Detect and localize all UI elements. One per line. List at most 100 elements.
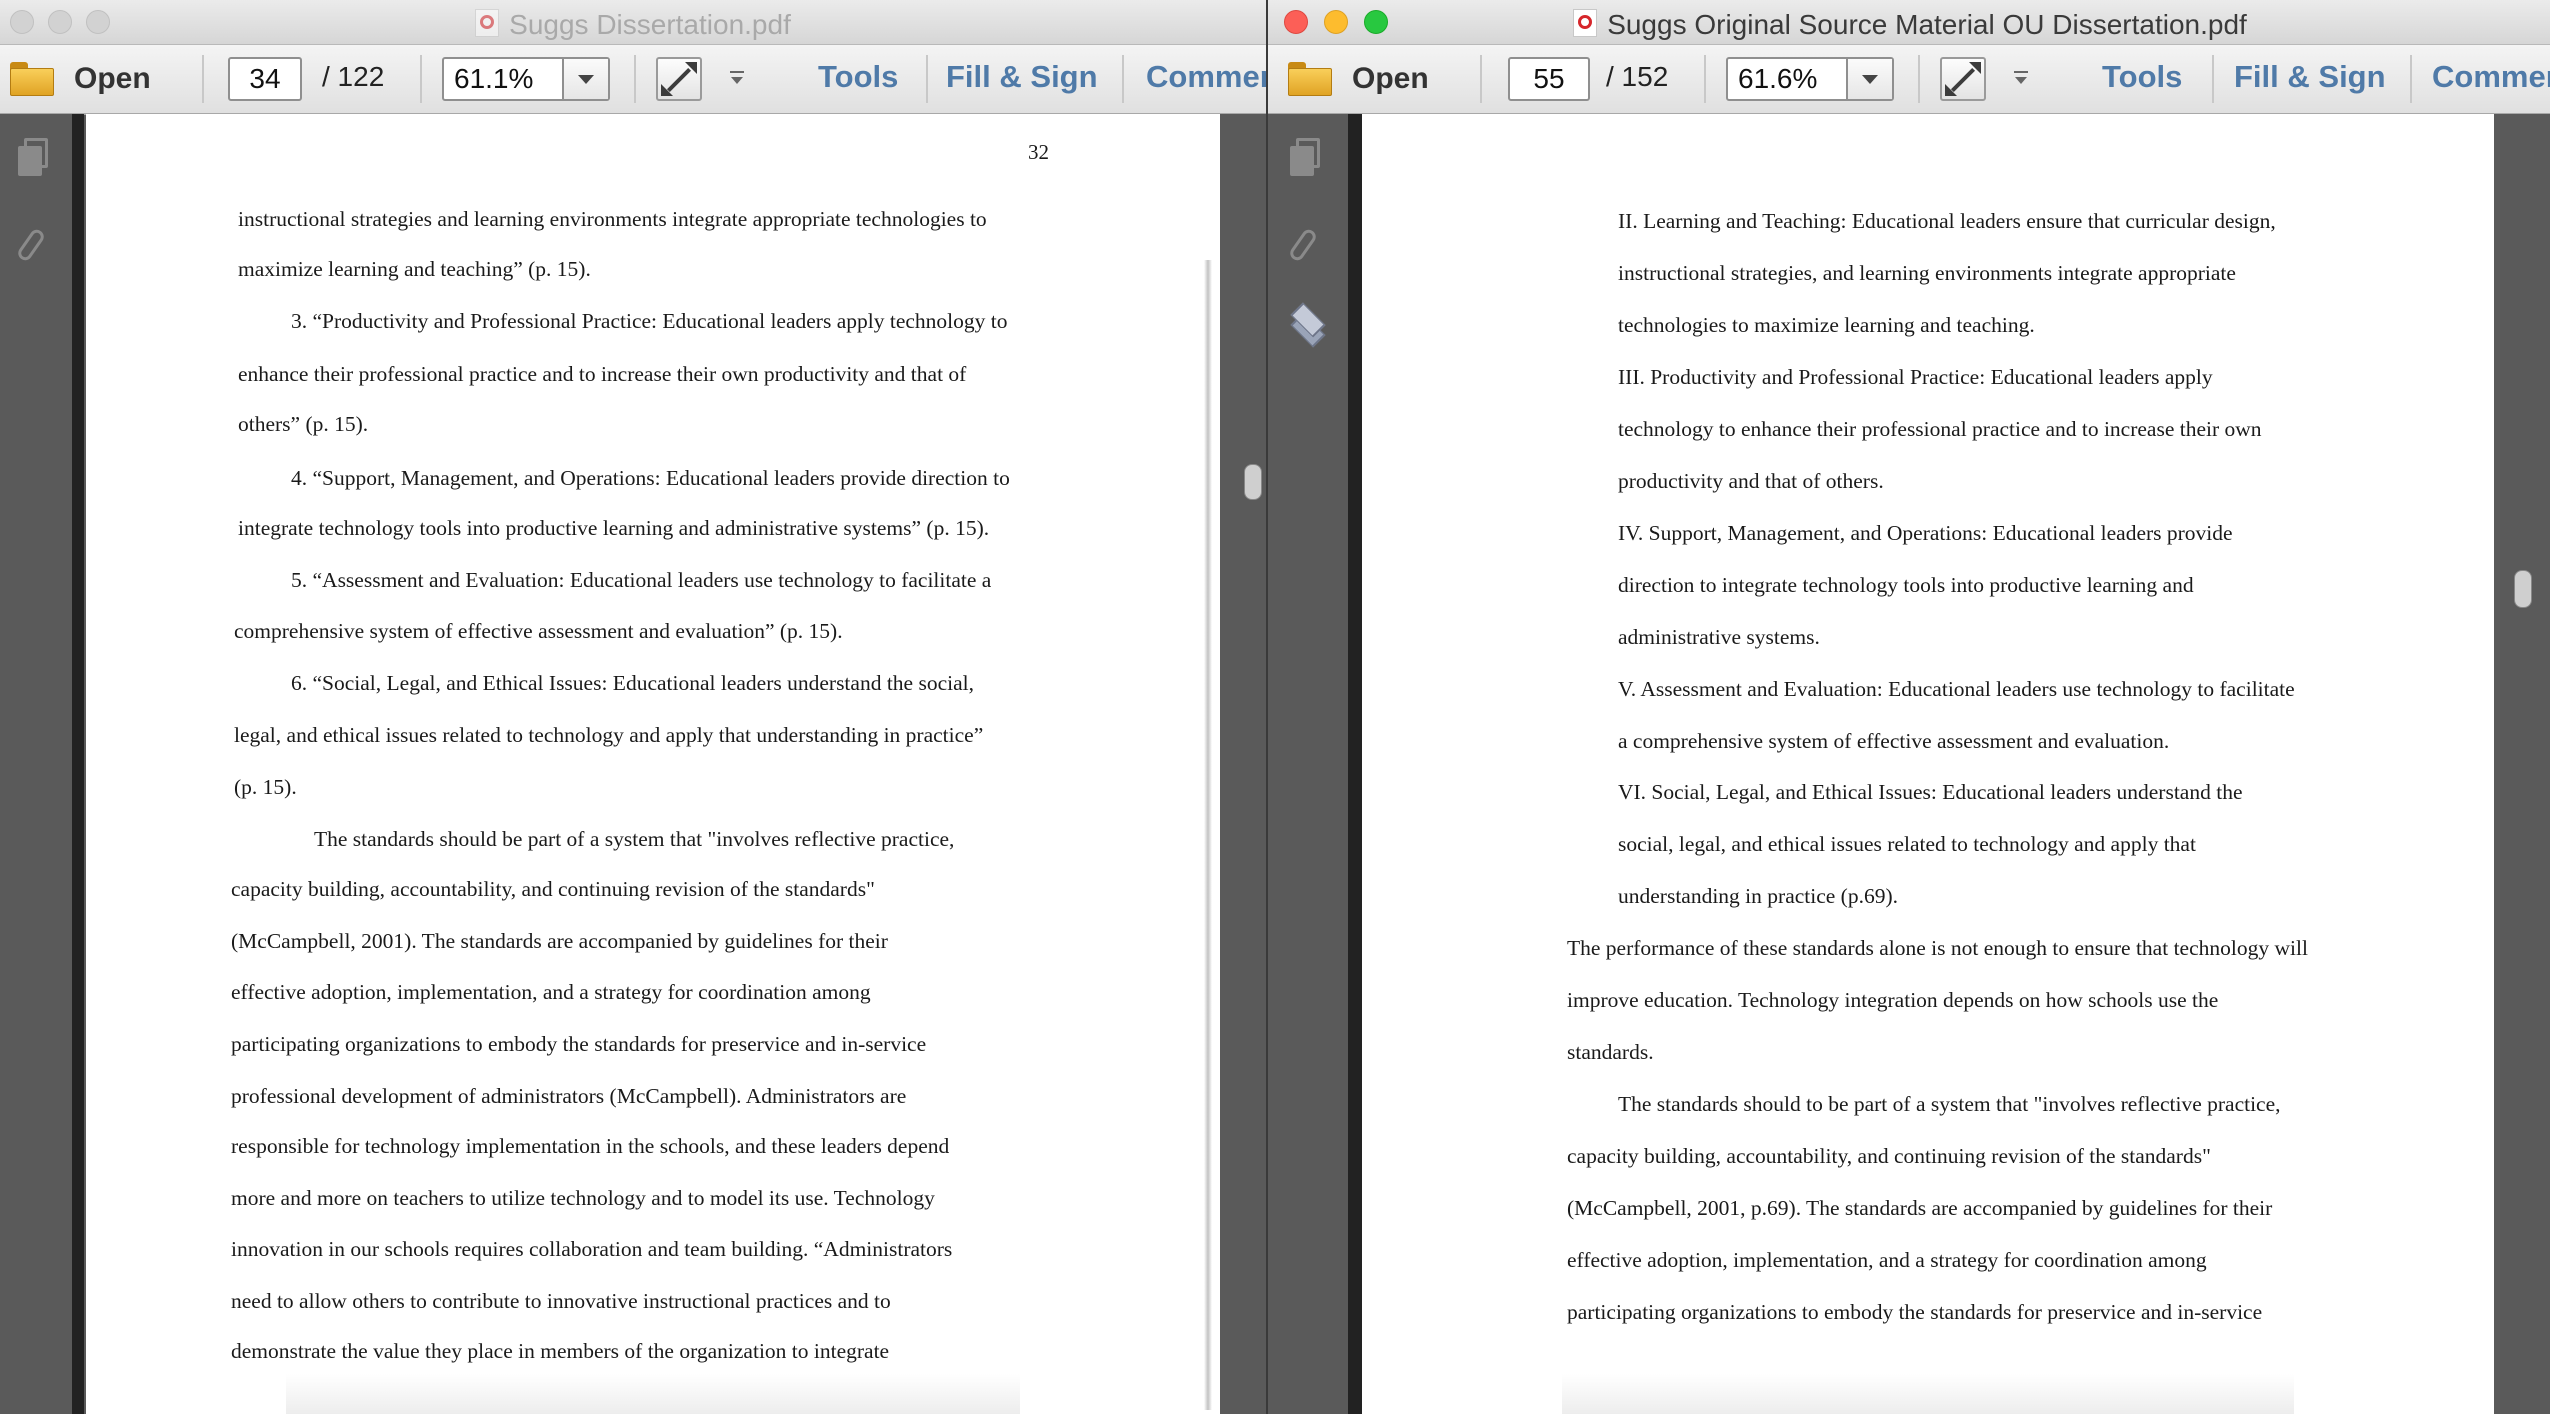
text-line: responsible for technology implementatio… <box>231 1134 950 1158</box>
text-line: professional development of administrato… <box>231 1084 907 1108</box>
page-number-input[interactable]: 55 <box>1508 57 1590 101</box>
vertical-scrollbar[interactable] <box>2494 114 2550 1414</box>
text-line: standards. <box>1567 1040 1654 1064</box>
text-line: direction to integrate technology tools … <box>1618 573 2194 597</box>
text-line: more and more on teachers to utilize tec… <box>231 1186 935 1210</box>
tools-button[interactable]: Tools <box>818 59 898 95</box>
text-line: 6. “Social, Legal, and Ethical Issues: E… <box>291 671 974 695</box>
right-titlebar: Suggs Original Source Material OU Disser… <box>1268 0 2550 45</box>
toolbar-divider <box>1122 55 1124 103</box>
text-line: social, legal, and ethical issues relate… <box>1618 832 2196 856</box>
text-line: capacity building, accountability, and c… <box>1567 1144 2211 1168</box>
zoom-field[interactable]: 61.6% <box>1726 57 1894 101</box>
toolbar-divider <box>2212 55 2214 103</box>
arrow-head <box>661 84 673 96</box>
left-toolbar: Open 34 / 122 61.1% Tools Fill & Sign Co… <box>0 45 1266 115</box>
fit-page-button[interactable] <box>656 57 702 101</box>
zoom-field[interactable]: 61.1% <box>442 57 610 101</box>
comment-button[interactable]: Commen <box>1146 59 1266 95</box>
zoom-dropdown-button[interactable] <box>1846 59 1892 99</box>
layers-icon[interactable] <box>1284 304 1328 348</box>
toolbar-divider <box>926 55 928 103</box>
fit-page-button[interactable] <box>1940 57 1986 101</box>
scrollbar-thumb[interactable] <box>1244 464 1262 500</box>
navigation-pane <box>0 114 72 1414</box>
text-line: participating organizations to embody th… <box>231 1032 927 1056</box>
text-line: others” (p. 15). <box>238 412 369 436</box>
text-line: 5. “Assessment and Evaluation: Education… <box>291 568 992 592</box>
text-line: (p. 15). <box>234 775 297 799</box>
toolbar-divider <box>1480 55 1482 103</box>
right-pdf-window: Suggs Original Source Material OU Disser… <box>1266 0 2550 1414</box>
text-line: VI. Social, Legal, and Ethical Issues: E… <box>1618 780 2243 804</box>
page-thumbnails-icon[interactable] <box>1284 136 1328 180</box>
scrollbar-thumb[interactable] <box>2514 570 2532 608</box>
vertical-scrollbar[interactable] <box>1220 114 1266 1414</box>
pane-divider <box>72 114 84 1414</box>
right-toolbar: Open 55 / 152 61.6% Tools Fill & Sign Co… <box>1268 45 2550 115</box>
toolbar-divider <box>1918 55 1920 103</box>
attachments-paperclip-icon[interactable] <box>12 224 56 268</box>
text-line: III. Productivity and Professional Pract… <box>1618 365 2213 389</box>
zoom-dropdown-button[interactable] <box>562 59 608 99</box>
page-shadow <box>1562 1374 2294 1414</box>
page-thumbnails-icon[interactable] <box>12 136 56 180</box>
text-line: (McCampbell, 2001). The standards are ac… <box>231 929 888 953</box>
page-total: / 122 <box>322 61 385 92</box>
text-line: enhance their professional practice and … <box>238 362 967 386</box>
text-line: integrate technology tools into producti… <box>238 516 990 540</box>
open-button[interactable]: Open <box>1288 59 1429 99</box>
window-title-text: Suggs Dissertation.pdf <box>509 9 791 40</box>
text-line: V. Assessment and Evaluation: Educationa… <box>1618 677 2295 701</box>
folder-icon <box>1288 62 1332 96</box>
text-line: effective adoption, implementation, and … <box>231 980 871 1004</box>
pdf-file-icon <box>475 9 500 37</box>
scan-artifact <box>1204 260 1212 1410</box>
toolbar-divider <box>1704 55 1706 103</box>
arrow-head <box>1945 84 1957 96</box>
page-number: 32 <box>1028 140 1049 164</box>
text-line: The standards should be part of a system… <box>314 827 955 851</box>
zoom-value[interactable]: 61.6% <box>1738 59 1817 99</box>
text-line: effective adoption, implementation, and … <box>1567 1248 2207 1272</box>
folder-icon <box>10 62 54 96</box>
text-line: comprehensive system of effective assess… <box>234 619 843 643</box>
text-line: understanding in practice (p.69). <box>1618 884 1899 908</box>
text-line: 4. “Support, Management, and Operations:… <box>291 466 1010 490</box>
text-line: 3. “Productivity and Professional Practi… <box>291 309 1008 333</box>
comment-button[interactable]: Commen <box>2432 59 2550 95</box>
toolbar-options-chevron-icon[interactable] <box>730 71 744 87</box>
text-line: legal, and ethical issues related to tec… <box>234 723 984 747</box>
toolbar-divider <box>2410 55 2412 103</box>
page-shadow <box>286 1374 1020 1414</box>
fill-sign-button[interactable]: Fill & Sign <box>946 59 1098 95</box>
pane-divider <box>1348 114 1362 1414</box>
left-pdf-window: Suggs Dissertation.pdf Open 34 / 122 61.… <box>0 0 1266 1414</box>
toolbar-divider <box>634 55 636 103</box>
tools-button[interactable]: Tools <box>2102 59 2182 95</box>
text-line: maximize learning and teaching” (p. 15). <box>238 257 591 281</box>
text-line: instructional strategies, and learning e… <box>1618 261 2236 285</box>
toolbar-divider <box>420 55 422 103</box>
open-label: Open <box>1352 62 1429 95</box>
fill-sign-button[interactable]: Fill & Sign <box>2234 59 2386 95</box>
window-title: Suggs Original Source Material OU Disser… <box>1268 6 2550 41</box>
document-page: II. Learning and Teaching: Educational l… <box>1362 114 2494 1414</box>
attachments-paperclip-icon[interactable] <box>1284 224 1328 268</box>
open-button[interactable]: Open <box>10 59 151 99</box>
toolbar-options-chevron-icon[interactable] <box>2014 71 2028 87</box>
toolbar-divider <box>202 55 204 103</box>
pdf-file-icon <box>1573 9 1598 37</box>
arrow-head <box>685 62 697 74</box>
zoom-value[interactable]: 61.1% <box>454 59 533 99</box>
text-line: technology to enhance their professional… <box>1618 417 2262 441</box>
text-line: IV. Support, Management, and Operations:… <box>1618 521 2233 545</box>
text-line: II. Learning and Teaching: Educational l… <box>1618 209 2276 233</box>
text-line: improve education. Technology integratio… <box>1567 988 2219 1012</box>
page-total: / 152 <box>1606 61 1669 92</box>
page-number-input[interactable]: 34 <box>228 57 302 101</box>
text-line: innovation in our schools requires colla… <box>231 1237 953 1261</box>
text-line: a comprehensive system of effective asse… <box>1618 729 2170 753</box>
text-line: productivity and that of others. <box>1618 469 1884 493</box>
window-title-text: Suggs Original Source Material OU Disser… <box>1607 9 2247 40</box>
